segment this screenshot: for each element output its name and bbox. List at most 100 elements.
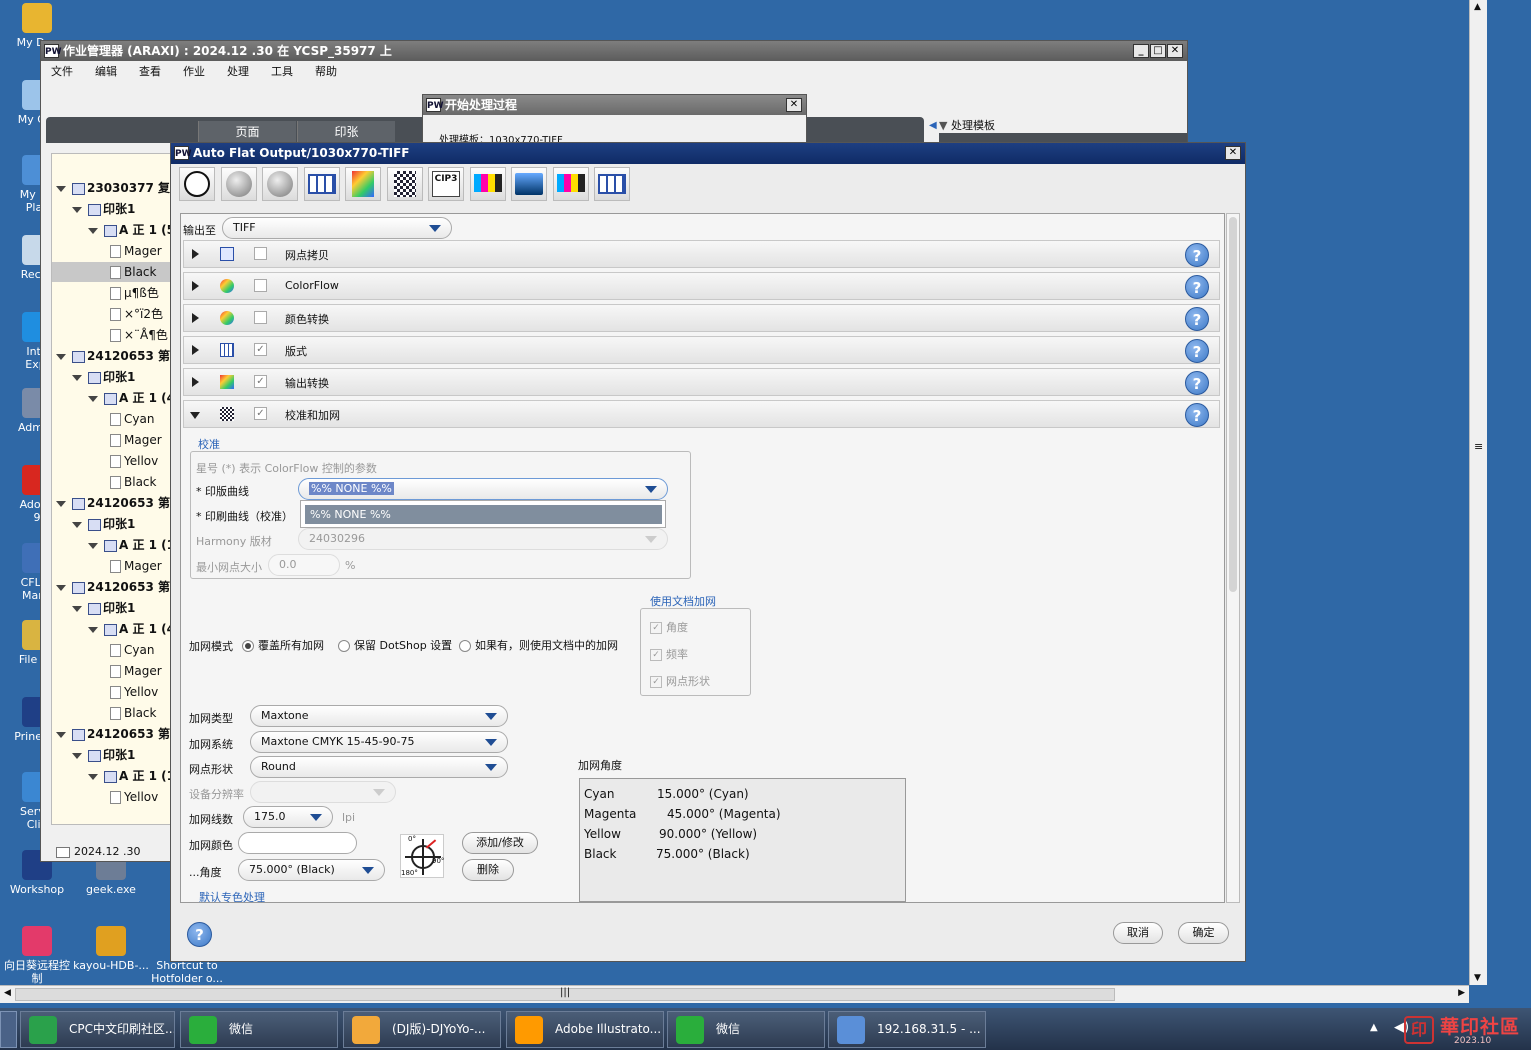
screen-color-input[interactable] — [238, 832, 357, 854]
minimize-button[interactable]: _ — [1133, 44, 1149, 58]
menu-item[interactable]: 编辑 — [95, 65, 117, 78]
expand-arrow-icon[interactable] — [72, 374, 82, 381]
menu-item[interactable]: 工具 — [271, 65, 293, 78]
tree-row[interactable]: 印张1 — [52, 745, 175, 765]
screen-type-select[interactable]: Maxtone — [250, 705, 508, 727]
tree-row[interactable]: A 正 1 (4 — [52, 619, 175, 639]
dot-shape-select[interactable]: Round — [250, 756, 508, 778]
tree-row[interactable]: Mager — [52, 430, 175, 450]
tree-row[interactable]: µ¶ß色 — [52, 283, 175, 303]
close-button[interactable]: ✕ — [1167, 44, 1183, 58]
toolbar-button[interactable] — [179, 167, 215, 201]
remote-frame-scroll[interactable]: ▲ ≡ ▼ — [1469, 0, 1487, 985]
tree-row[interactable]: ×°ï2色 — [52, 304, 175, 324]
tree-row[interactable]: Black — [52, 262, 175, 282]
device-res-select[interactable] — [250, 781, 396, 803]
taskbar-button[interactable]: Adobe Illustrato... — [506, 1011, 664, 1048]
tree-row[interactable]: Mager — [52, 556, 175, 576]
screen-mode-radio[interactable]: 保留 DotShop 设置 — [338, 637, 452, 653]
desktop-icon[interactable]: 向日葵远程控 制 — [0, 926, 77, 985]
angle-select[interactable]: 75.000° (Black) — [238, 859, 385, 881]
tree-row[interactable]: 印张1 — [52, 598, 175, 618]
help-icon[interactable]: ? — [1185, 371, 1209, 395]
close-button[interactable]: ✕ — [1225, 146, 1241, 160]
menu-item[interactable]: 文件 — [51, 65, 73, 78]
doc-screen-option[interactable]: ✓ 角度 — [650, 619, 688, 635]
content-scrollbar[interactable] — [1226, 213, 1240, 903]
toolbar-button[interactable]: CIP3 — [428, 167, 464, 201]
cancel-button[interactable]: 取消 — [1113, 922, 1163, 944]
tree-row[interactable]: ×¨Å¶色 — [52, 325, 175, 345]
default-spot-link[interactable]: 默认专色处理 — [199, 889, 265, 905]
taskbar-button[interactable]: (DJ版)-DJYoYo-... — [343, 1011, 501, 1048]
taskbar-button[interactable]: 192.168.31.5 - ... — [828, 1011, 986, 1048]
output-to-select[interactable]: TIFF — [222, 217, 452, 239]
tree-row[interactable]: 印张1 — [52, 514, 175, 534]
tree-row[interactable]: 24120653 第五 — [52, 577, 175, 597]
tree-row[interactable]: 24120653 第五 — [52, 724, 175, 744]
section-checkbox[interactable]: ✓ — [254, 407, 267, 420]
help-icon[interactable]: ? — [1185, 307, 1209, 331]
angle-dial[interactable]: 0° 90° 180° — [400, 834, 444, 878]
section-checkbox[interactable] — [254, 311, 267, 324]
expand-arrow-icon[interactable] — [72, 206, 82, 213]
tree-row[interactable]: A 正 1 (5 — [52, 220, 175, 240]
menu-item[interactable]: 帮助 — [315, 65, 337, 78]
collapse-icon[interactable]: ▼ — [939, 119, 947, 132]
tree-row[interactable]: Black — [52, 472, 175, 492]
expand-arrow-icon[interactable] — [72, 752, 82, 759]
taskbar-button[interactable]: 微信 — [180, 1011, 338, 1048]
toolbar-button[interactable] — [511, 167, 547, 201]
section-checkbox[interactable] — [254, 279, 267, 292]
table-row[interactable]: Yellow 90.000° (Yellow) — [584, 825, 894, 843]
screen-mode-radio[interactable]: 覆盖所有加网 — [242, 637, 324, 653]
expand-arrow-icon[interactable] — [88, 227, 98, 234]
toolbar-button[interactable] — [345, 167, 381, 201]
toolbar-button[interactable] — [262, 167, 298, 201]
table-row[interactable]: Cyan 15.000° (Cyan) — [584, 785, 894, 803]
expand-arrow-icon[interactable] — [88, 773, 98, 780]
tree-row[interactable]: Mager — [52, 241, 175, 261]
expand-arrow-icon[interactable] — [56, 584, 66, 591]
tree-row[interactable]: A 正 1 (4 — [52, 388, 175, 408]
table-row[interactable]: Magenta 45.000° (Magenta) — [584, 805, 894, 823]
expand-arrow-icon[interactable] — [72, 605, 82, 612]
job-manager-titlebar[interactable]: PW 作业管理器 (ARAXI) : 2024.12 .30 在 YCSP_35… — [41, 41, 1187, 61]
tree-row[interactable]: Yellov — [52, 451, 175, 471]
desktop-icon[interactable]: kayou-HDB-... — [71, 926, 151, 972]
help-icon[interactable]: ? — [1185, 275, 1209, 299]
section-header[interactable]: ✓ 版式? — [183, 336, 1220, 364]
menu-item[interactable]: 处理 — [227, 65, 249, 78]
section-checkbox[interactable] — [254, 247, 267, 260]
expand-arrow-icon[interactable] — [56, 353, 66, 360]
help-icon[interactable]: ? — [1185, 339, 1209, 363]
toolbar-button[interactable] — [386, 167, 423, 201]
radio-button[interactable] — [459, 640, 471, 652]
section-header[interactable]: ColorFlow? — [183, 272, 1220, 300]
delete-button[interactable]: 删除 — [462, 859, 514, 881]
toolbar-button[interactable] — [303, 167, 340, 201]
tree-row[interactable]: 24120653 第五 — [52, 493, 175, 513]
expand-arrow-icon[interactable] — [192, 281, 199, 291]
toolbar-button[interactable] — [469, 167, 506, 201]
radio-button[interactable] — [242, 640, 254, 652]
min-dot-input[interactable]: 0.0 — [268, 554, 340, 576]
expand-arrow-icon[interactable] — [56, 731, 66, 738]
expand-arrow-icon[interactable] — [192, 377, 199, 387]
section-checkbox[interactable]: ✓ — [254, 343, 267, 356]
radio-button[interactable] — [338, 640, 350, 652]
expand-arrow-icon[interactable] — [192, 249, 199, 259]
section-header[interactable]: ✓ 校准和加网? — [183, 400, 1220, 428]
collapse-arrow-icon[interactable] — [190, 412, 200, 419]
dialog-titlebar[interactable]: PW Auto Flat Output/1030x770-TIFF ✕ — [171, 143, 1245, 164]
doc-screen-option[interactable]: ✓ 网点形状 — [650, 673, 710, 689]
menu-item[interactable]: 作业 — [183, 65, 205, 78]
doc-screen-option[interactable]: ✓ 频率 — [650, 646, 688, 662]
expand-arrow-icon[interactable] — [56, 500, 66, 507]
taskbar-button[interactable]: 微信 — [667, 1011, 825, 1048]
template-panel-toggle[interactable]: ◀ — [929, 120, 937, 131]
expand-arrow-icon[interactable] — [88, 395, 98, 402]
dropdown-option[interactable]: %% NONE %% — [305, 505, 662, 524]
tree-row[interactable]: 23030377 复方 — [52, 178, 175, 198]
help-icon[interactable]: ? — [1185, 243, 1209, 267]
